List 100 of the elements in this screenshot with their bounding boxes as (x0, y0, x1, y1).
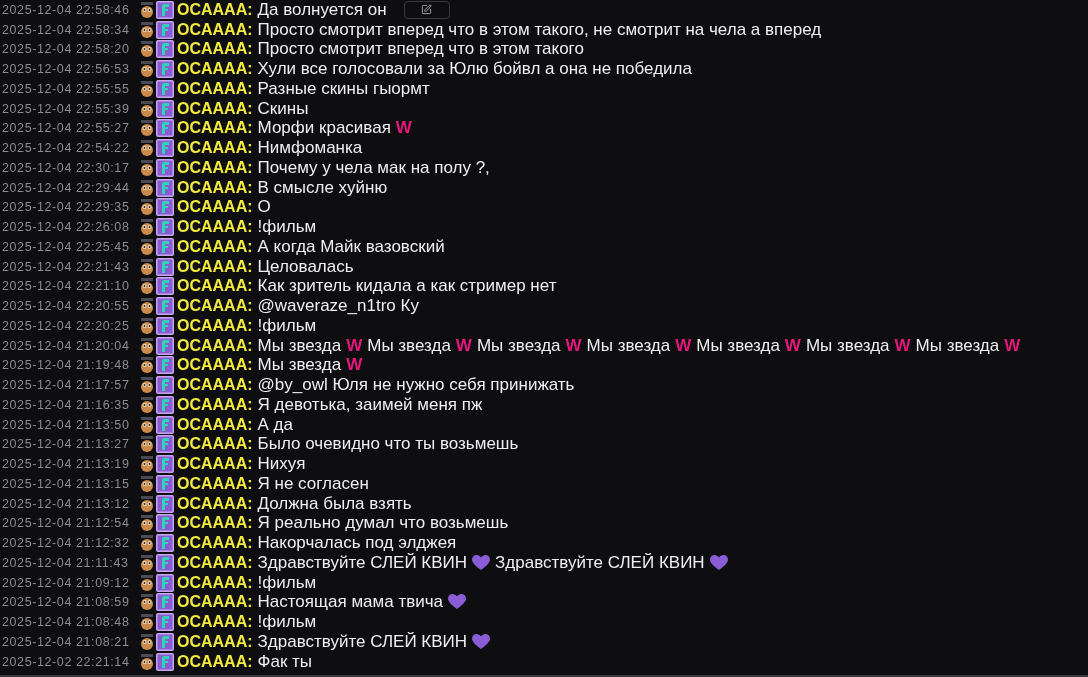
emote: W (395, 118, 412, 139)
username[interactable]: OCAAAA: (177, 494, 253, 513)
username[interactable]: OCAAAA: (177, 277, 253, 296)
message-text: Мы звезда (257, 355, 342, 376)
username[interactable]: OCAAAA: (177, 60, 253, 79)
emote: W (1004, 335, 1021, 356)
message-text: @waveraze_n1tro Ку (257, 296, 419, 317)
message-text: Целовалась (257, 256, 354, 277)
owl-badge-icon (140, 594, 154, 611)
timestamp: 2025-12-04 21:11:43 (1, 555, 130, 570)
username[interactable]: OCAAAA: (177, 158, 253, 177)
emote: W (894, 335, 911, 356)
timestamp: 2025-12-04 22:20:25 (1, 318, 131, 333)
owl-badge-icon (140, 515, 154, 532)
timestamp: 2025-12-04 22:58:46 (1, 2, 131, 17)
timestamp: 2025-12-04 22:55:27 (1, 121, 131, 136)
timestamp: 2025-12-04 22:54:22 (1, 141, 131, 156)
username[interactable]: OCAAAA: (177, 474, 253, 493)
owl-badge-icon (140, 337, 154, 354)
owl-badge-icon (140, 1, 154, 18)
timestamp: 2025-12-04 21:13:50 (1, 417, 131, 432)
owl-badge-icon (140, 535, 154, 552)
username[interactable]: OCAAAA: (177, 257, 253, 276)
username[interactable]: OCAAAA: (177, 237, 253, 256)
owl-badge-icon (140, 574, 154, 591)
owl-badge-icon (140, 317, 154, 334)
message-action-button[interactable] (403, 0, 450, 19)
message-text: Мы звезда (476, 335, 561, 356)
username[interactable]: OCAAAA: (177, 652, 253, 671)
username[interactable]: OCAAAA: (177, 0, 253, 19)
owl-badge-icon (140, 416, 154, 433)
owl-badge-icon (140, 554, 154, 571)
message-text: Хули все голосовали за Юлю бойвл а она не победила (257, 59, 692, 80)
username[interactable]: OCAAAA: (177, 79, 253, 98)
timestamp: 2025-12-04 22:55:39 (1, 101, 131, 116)
owl-badge-icon (140, 357, 154, 374)
username[interactable]: OCAAAA: (177, 553, 253, 572)
owl-badge-icon (140, 120, 154, 137)
timestamp: 2025-12-04 22:58:20 (1, 42, 131, 57)
username[interactable]: OCAAAA: (177, 119, 253, 138)
owl-badge-icon (140, 21, 154, 38)
username[interactable]: OCAAAA: (177, 20, 253, 39)
message-text: Нимфоманка (257, 138, 363, 159)
username[interactable]: OCAAAA: (177, 198, 253, 217)
message-text: Просто смотрит вперед что в этом такого, не смотрит на чела а вперед (257, 19, 822, 40)
username[interactable]: OCAAAA: (177, 514, 253, 533)
owl-badge-icon (140, 61, 154, 78)
message-text: Фак ты (257, 651, 313, 672)
owl-badge-icon (140, 159, 154, 176)
owl-badge-icon (140, 100, 154, 117)
timestamp: 2025-12-04 22:29:35 (1, 200, 131, 215)
timestamp: 2025-12-04 21:17:57 (1, 378, 131, 393)
username[interactable]: OCAAAA: (177, 218, 253, 237)
username[interactable]: OCAAAA: (177, 376, 253, 395)
message-text: Я не согласен (257, 473, 369, 494)
message-text: Накорчалась под элджея (257, 533, 457, 553)
message-text: В смысле хуйню (257, 177, 388, 198)
message-text: !фильм (257, 572, 317, 593)
message-text: Мы звезда (696, 335, 780, 356)
timestamp: 2025-12-04 21:13:15 (1, 476, 131, 491)
emote: W (455, 335, 472, 356)
username[interactable]: OCAAAA: (177, 435, 253, 454)
message-text: Морфи красивая (257, 118, 391, 139)
username[interactable]: OCAAAA: (177, 573, 253, 592)
owl-badge-icon (140, 377, 154, 394)
owl-badge-icon (140, 41, 154, 58)
username[interactable]: OCAAAA: (177, 297, 253, 316)
username[interactable]: OCAAAA: (177, 534, 253, 553)
username[interactable]: OCAAAA: (177, 40, 253, 59)
username[interactable]: OCAAAA: (177, 316, 253, 335)
username[interactable]: OCAAAA: (177, 178, 253, 197)
timestamp: 2025-12-04 21:13:19 (1, 457, 131, 472)
username[interactable]: OCAAAA: (177, 455, 253, 474)
message-text: Нихуя (257, 454, 306, 475)
message-text: Должна была взять (257, 493, 412, 514)
owl-badge-icon (140, 396, 154, 413)
timestamp: 2025-12-04 22:29:44 (1, 180, 131, 195)
owl-badge-icon (140, 278, 154, 295)
username[interactable]: OCAAAA: (177, 632, 253, 651)
owl-badge-icon (140, 238, 154, 255)
message-text: Мы звезда (805, 335, 890, 356)
message-text: Мы звезда (367, 335, 451, 356)
timestamp: 2025-12-04 21:19:48 (1, 358, 131, 373)
username[interactable]: OCAAAA: (177, 415, 253, 434)
message-text: !фильм (257, 612, 317, 633)
emote: W (675, 335, 692, 356)
username[interactable]: OCAAAA: (177, 139, 253, 158)
message-text: Почему у чела мак на полу ?, (257, 157, 490, 178)
timestamp: 2025-12-04 21:08:48 (1, 615, 131, 630)
username[interactable]: OCAAAA: (177, 613, 253, 632)
username[interactable]: OCAAAA: (177, 593, 253, 612)
heart-icon (472, 633, 491, 650)
owl-badge-icon (140, 475, 154, 492)
timestamp: 2025-12-02 22:21:14 (1, 654, 131, 669)
message-text: Просто смотрит вперед что в этом такого (257, 39, 584, 60)
username[interactable]: OCAAAA: (177, 99, 253, 118)
username[interactable]: OCAAAA: (177, 395, 253, 414)
username[interactable]: OCAAAA: (177, 356, 253, 375)
message-text: Я девотька, заимей меня пж (257, 394, 483, 415)
username[interactable]: OCAAAA: (177, 336, 253, 355)
